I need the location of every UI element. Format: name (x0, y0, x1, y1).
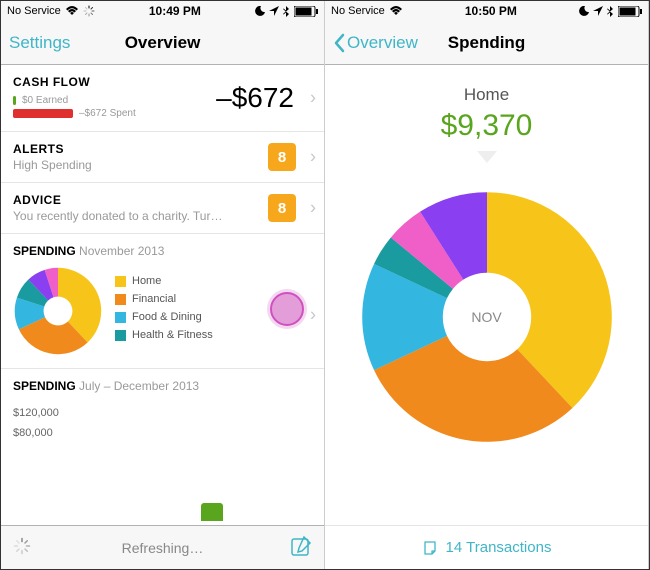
spending-screen: No Service 10:50 PM Overview Spending Ho… (325, 1, 649, 569)
alerts-row[interactable]: ALERTS High Spending 8 › (1, 132, 324, 183)
alerts-sub: High Spending (13, 158, 253, 172)
carrier-text: No Service (331, 5, 385, 17)
spending-donut-row[interactable]: Home Financial Food & Dining Health & Fi… (1, 262, 324, 369)
location-icon (593, 6, 603, 16)
spent-label: –$672 Spent (79, 108, 136, 119)
cashflow-amount: –$672 (216, 82, 294, 114)
spending-range-header: SPENDING July – December 2013 (1, 369, 324, 397)
donut-center-label: NOV (447, 277, 527, 357)
status-time: 10:50 PM (465, 4, 517, 18)
transactions-button[interactable]: 14 Transactions (325, 525, 648, 569)
wifi-icon (65, 6, 79, 16)
legend: Home Financial Food & Dining Health & Fi… (115, 275, 213, 347)
pointer-triangle-icon (477, 151, 497, 163)
loading-icon (83, 5, 95, 17)
cashflow-row[interactable]: CASH FLOW $0 Earned –$672 Spent –$672 › (1, 65, 324, 132)
advice-row[interactable]: ADVICE You recently donated to a charity… (1, 183, 324, 234)
status-bar: No Service 10:49 PM (1, 1, 324, 21)
cashflow-title: CASH FLOW (13, 75, 216, 89)
earned-label: $0 Earned (22, 95, 68, 106)
advice-sub: You recently donated to a charity. Tur… (13, 209, 253, 223)
yaxis-120k: $120,000 (13, 407, 312, 419)
nav-bar: Settings Overview (1, 21, 324, 65)
location-icon (269, 6, 279, 16)
compose-button[interactable] (290, 535, 312, 560)
status-time: 10:49 PM (149, 4, 201, 18)
bottom-toolbar: Refreshing… (1, 525, 324, 569)
chevron-icon: › (310, 147, 316, 168)
spending-header: SPENDING November 2013 (1, 234, 324, 262)
big-donut-chart[interactable]: NOV (357, 187, 617, 447)
refreshing-text: Refreshing… (122, 540, 204, 556)
overview-screen: No Service 10:49 PM Settings Overview CA… (1, 1, 325, 569)
back-chevron-icon (333, 33, 345, 53)
chevron-icon: › (310, 305, 316, 326)
hero-amount: $9,370 (325, 109, 648, 143)
carrier-text: No Service (7, 5, 61, 17)
transactions-text: 14 Transactions (446, 539, 552, 556)
bluetooth-icon (283, 6, 290, 17)
overview-back-button[interactable]: Overview (333, 33, 418, 53)
advice-badge: 8 (268, 194, 296, 222)
moon-icon (579, 6, 589, 16)
spending-hero: Home $9,370 (325, 65, 648, 173)
alerts-badge: 8 (268, 143, 296, 171)
nav-bar: Overview Spending (325, 21, 648, 65)
settings-back-button[interactable]: Settings (9, 33, 70, 53)
moon-icon (255, 6, 265, 16)
touch-indicator (270, 292, 304, 326)
hero-category: Home (325, 85, 648, 105)
battery-icon (294, 6, 318, 17)
note-icon (422, 540, 438, 556)
wifi-icon (389, 6, 403, 16)
spending-barchart[interactable]: $120,000 $80,000 (1, 397, 324, 457)
mini-donut-chart (13, 266, 103, 356)
chevron-icon: › (310, 88, 316, 109)
status-bar: No Service 10:50 PM (325, 1, 648, 21)
yaxis-80k: $80,000 (13, 427, 312, 439)
battery-icon (618, 6, 642, 17)
bluetooth-icon (607, 6, 614, 17)
refresh-spinner[interactable] (13, 537, 31, 558)
chevron-icon: › (310, 198, 316, 219)
